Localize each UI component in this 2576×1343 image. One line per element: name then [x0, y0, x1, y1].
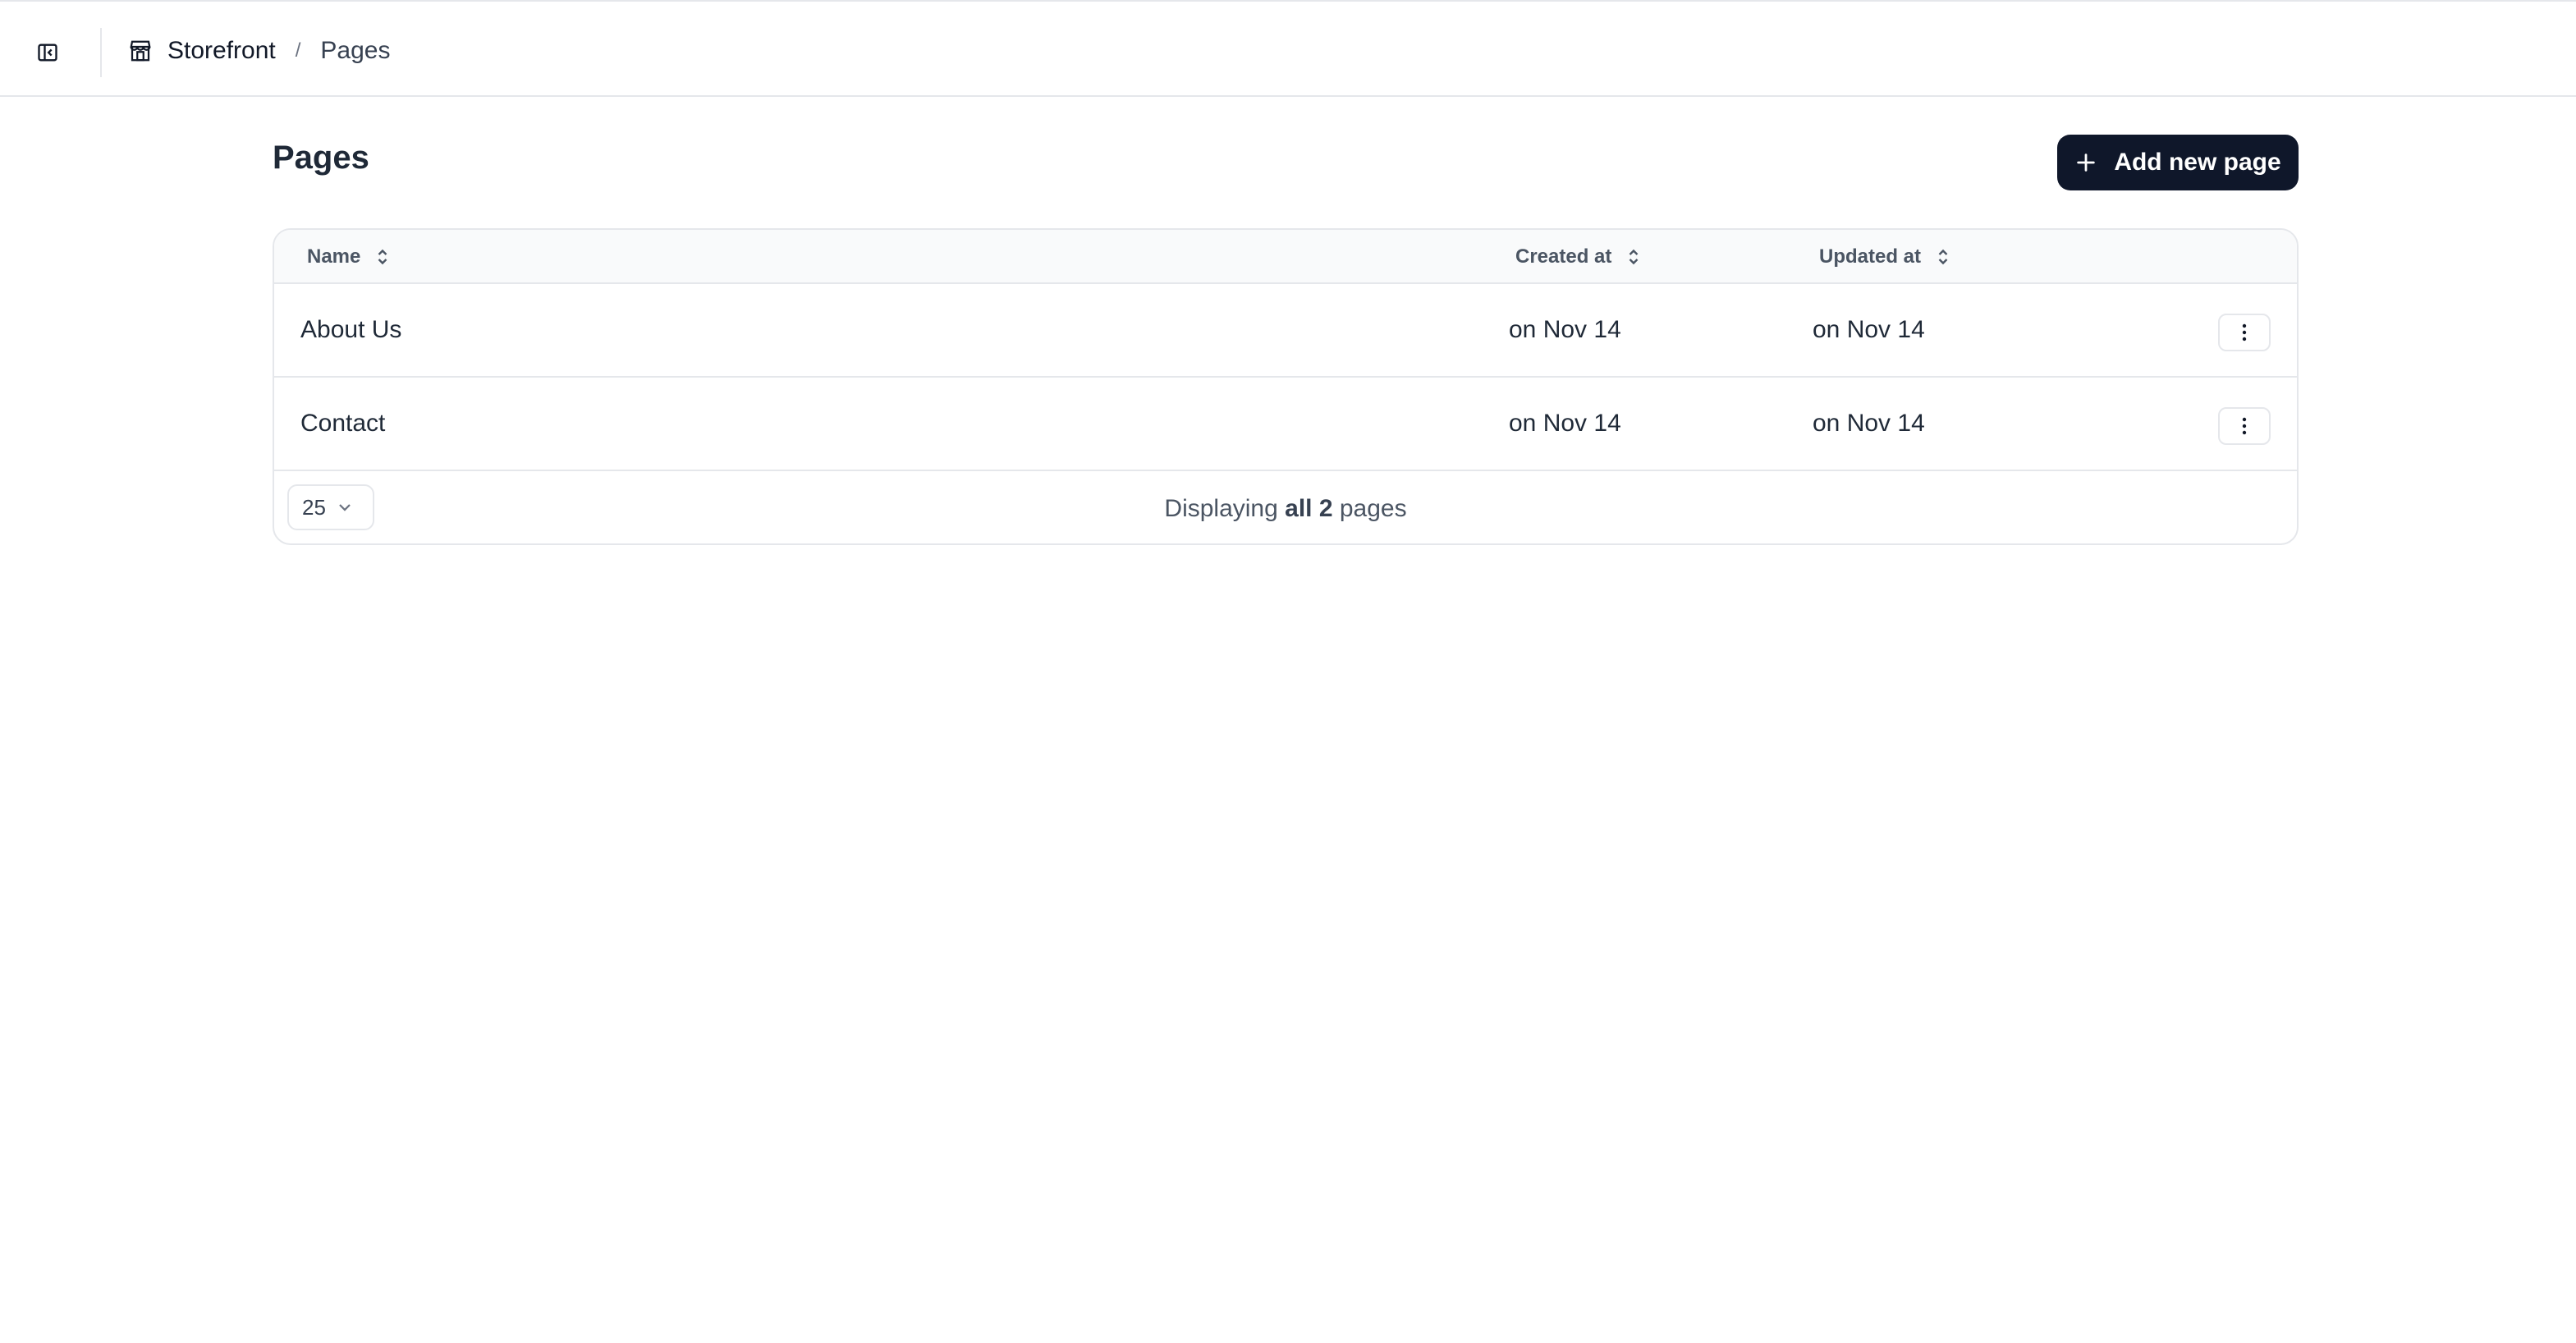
- cell-updated: on Nov 14: [1813, 410, 1925, 437]
- table-header: Name Created at Updated at: [274, 230, 2297, 284]
- sort-icon: [378, 249, 387, 265]
- storefront-icon: [130, 40, 151, 62]
- row-actions-button[interactable]: [2218, 407, 2271, 445]
- table-row[interactable]: Contact on Nov 14 on Nov 14: [274, 378, 2297, 471]
- sidebar-toggle-button[interactable]: [30, 34, 66, 71]
- chevron-down-icon: [339, 504, 351, 511]
- page-title: Pages: [273, 140, 369, 176]
- breadcrumb-current: Pages: [320, 37, 391, 64]
- cell-updated: on Nov 14: [1813, 316, 1925, 343]
- pages-table: Name Created at Updated at About Us on N…: [273, 228, 2299, 545]
- cell-name[interactable]: About Us: [300, 284, 401, 376]
- page-size-select[interactable]: 25: [287, 484, 374, 530]
- breadcrumb-separator: /: [295, 39, 301, 62]
- cell-name[interactable]: Contact: [300, 378, 385, 470]
- column-header-updated[interactable]: Updated at: [1819, 230, 1950, 284]
- top-bar: Storefront / Pages: [0, 0, 2576, 97]
- column-header-name[interactable]: Name: [307, 230, 390, 284]
- add-new-page-button[interactable]: Add new page: [2057, 135, 2299, 190]
- breadcrumb-storefront[interactable]: Storefront: [128, 37, 276, 65]
- breadcrumb: Storefront / Pages: [128, 30, 390, 72]
- displaying-count: Displaying all 2 pages: [274, 473, 2297, 543]
- displaying-prefix: Displaying: [1164, 495, 1286, 522]
- sort-icon: [1938, 249, 1948, 265]
- more-vertical-icon: [2242, 323, 2247, 341]
- table-row[interactable]: About Us on Nov 14 on Nov 14: [274, 284, 2297, 378]
- sidebar-toggle-icon: [38, 44, 57, 62]
- column-header-created[interactable]: Created at: [1515, 230, 1641, 284]
- sort-icon: [1629, 249, 1639, 265]
- displaying-count-bold: all 2: [1285, 495, 1333, 522]
- row-actions-button[interactable]: [2218, 314, 2271, 351]
- displaying-suffix: pages: [1332, 495, 1407, 522]
- add-new-page-label: Add new page: [2114, 149, 2281, 176]
- page-size-value: 25: [302, 494, 326, 520]
- cell-created: on Nov 14: [1509, 316, 1621, 343]
- column-header-name-label: Name: [307, 245, 361, 268]
- breadcrumb-storefront-label: Storefront: [167, 37, 276, 64]
- column-header-updated-label: Updated at: [1819, 245, 1922, 268]
- table-footer: Displaying all 2 pages 25: [274, 473, 2297, 543]
- more-vertical-icon: [2242, 417, 2247, 435]
- plus-icon: [2077, 154, 2096, 172]
- topbar-divider: [100, 28, 102, 77]
- column-header-created-label: Created at: [1515, 245, 1612, 268]
- cell-created: on Nov 14: [1509, 410, 1621, 437]
